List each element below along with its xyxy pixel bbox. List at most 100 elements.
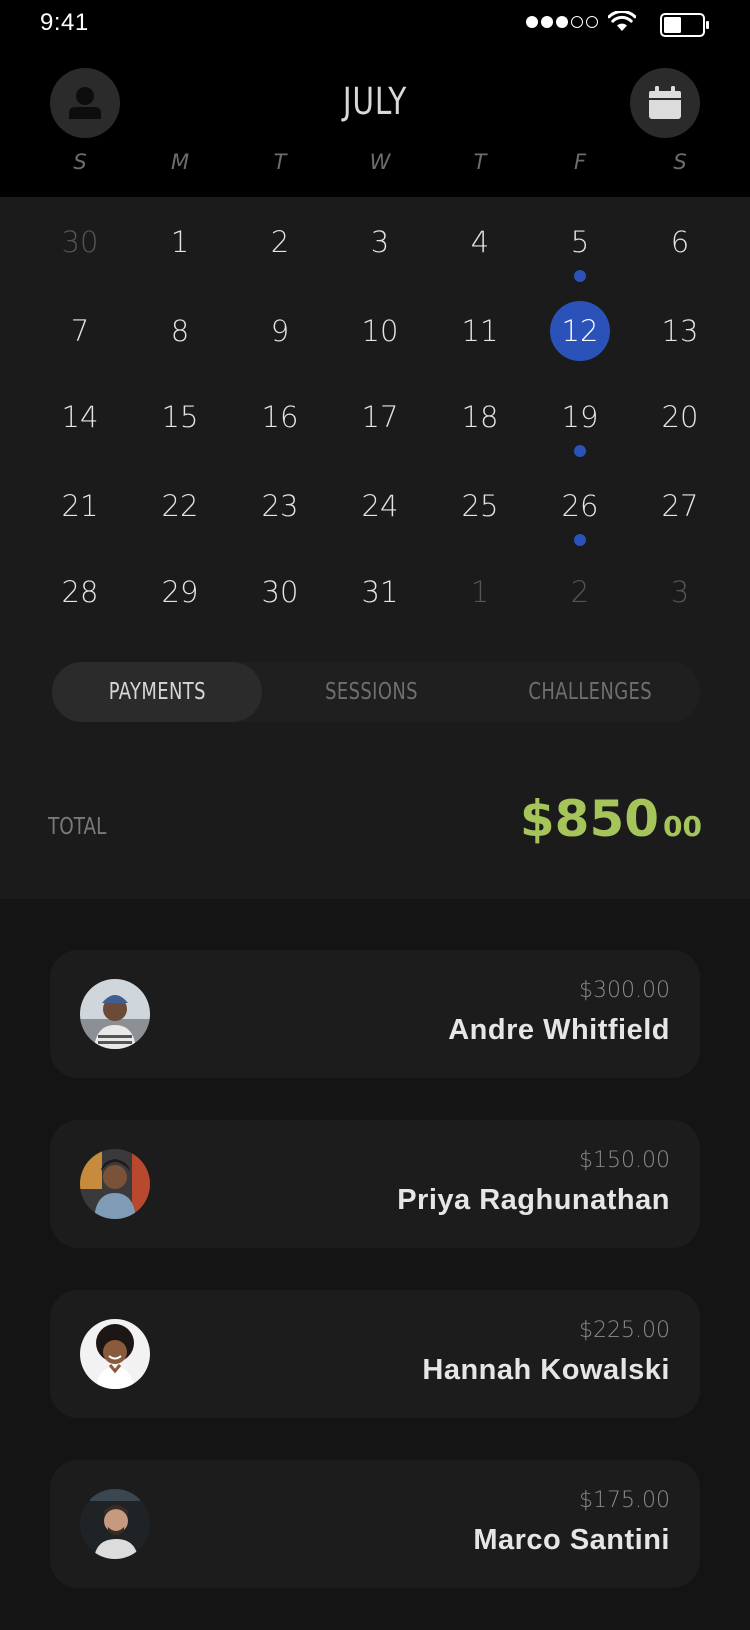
calendar-day[interactable]: 24 [330,476,430,536]
payment-name: Marco Santini [473,1524,670,1556]
calendar-day[interactable]: 7 [30,301,130,361]
calendar-day[interactable]: 30 [30,212,130,272]
calendar-day[interactable]: 28 [30,562,130,622]
calendar-day[interactable]: 19 [530,387,630,457]
weekday-label: F [573,150,587,174]
day-number: 5 [570,225,590,259]
calendar-day[interactable]: 11 [430,301,530,361]
weekday-label: S [673,150,687,174]
calendar-day[interactable]: 26 [530,476,630,546]
payment-name: Priya Raghunathan [397,1184,670,1216]
calendar-day[interactable]: 14 [30,387,130,447]
battery-icon [660,13,709,37]
calendar-day[interactable]: 10 [330,301,430,361]
calendar-day[interactable]: 5 [530,212,630,282]
day-number: 19 [561,400,599,434]
day-number: 25 [461,489,499,523]
calendar-day[interactable]: 3 [630,562,730,622]
calendar-day[interactable]: 30 [230,562,330,622]
calendar-icon [649,86,681,119]
calendar-day[interactable]: 6 [630,212,730,272]
day-number: 28 [61,575,99,609]
payment-card[interactable]: $300.00 Andre Whitfield [50,950,700,1078]
day-number: 29 [161,575,199,609]
total-amount: $850 00 [520,790,702,848]
day-number: 9 [270,314,290,348]
day-number: 10 [361,314,399,348]
payment-amount: $175.00 [579,1488,670,1513]
tab-payments[interactable]: PAYMENTS [52,662,262,722]
calendar-day[interactable]: 15 [130,387,230,447]
calendar-week: 28 29 30 31 1 2 3 [30,562,730,622]
header: 9:41 JULY S M T W T F S [0,0,750,197]
calendar-day[interactable]: 22 [130,476,230,536]
payment-name: Andre Whitfield [448,1014,670,1046]
day-number: 26 [561,489,599,523]
signal-strength-icon [526,16,598,28]
day-number: 8 [170,314,190,348]
day-number: 13 [661,314,699,348]
event-dot-indicator [574,445,586,457]
payment-amount: $150.00 [579,1148,670,1173]
payment-card[interactable]: $225.00 Hannah Kowalski [50,1290,700,1418]
calendar-day[interactable]: 29 [130,562,230,622]
calendar-button[interactable] [630,68,700,138]
calendar-day[interactable]: 1 [430,562,530,622]
payment-name: Hannah Kowalski [422,1354,670,1386]
total-amount-main: $850 [519,790,660,848]
day-number: 30 [261,575,299,609]
total-amount-cents: 00 [663,810,702,843]
day-number: 24 [361,489,399,523]
month-title: JULY [342,80,408,123]
calendar-day[interactable]: 16 [230,387,330,447]
avatar [80,979,150,1049]
day-number: 2 [570,575,590,609]
calendar-day[interactable]: 1 [130,212,230,272]
day-number: 3 [670,575,690,609]
calendar-day[interactable]: 25 [430,476,530,536]
day-number: 1 [470,575,490,609]
day-number: 23 [261,489,299,523]
calendar-day[interactable]: 2 [230,212,330,272]
payment-card[interactable]: $150.00 Priya Raghunathan [50,1120,700,1248]
calendar-day[interactable]: 9 [230,301,330,361]
calendar-day[interactable]: 21 [30,476,130,536]
weekday-header: S M T W T F S [30,150,730,174]
calendar-day[interactable]: 31 [330,562,430,622]
calendar-day[interactable]: 13 [630,301,730,361]
day-number: 18 [461,400,499,434]
calendar-day[interactable]: 20 [630,387,730,447]
calendar-week: 14 15 16 17 18 19 20 [30,387,730,457]
day-number: 17 [361,400,399,434]
avatar [80,1319,150,1389]
payment-card[interactable]: $175.00 Marco Santini [50,1460,700,1588]
day-number: 30 [61,225,99,259]
wifi-icon [608,11,636,31]
tab-sessions[interactable]: SESSIONS [262,662,481,722]
weekday-label: T [273,150,287,174]
calendar-day[interactable]: 23 [230,476,330,536]
payment-amount: $225.00 [579,1318,670,1343]
day-number: 31 [361,575,399,609]
event-dot-indicator [574,270,586,282]
calendar-day[interactable]: 8 [130,301,230,361]
weekday-label: T [473,150,487,174]
payment-amount: $300.00 [579,978,670,1003]
day-number: 4 [470,225,490,259]
calendar-day[interactable]: 17 [330,387,430,447]
day-number: 7 [70,314,90,348]
day-number: 6 [670,225,690,259]
calendar-day[interactable]: 3 [330,212,430,272]
calendar-day[interactable]: 27 [630,476,730,536]
day-number: 21 [61,489,99,523]
calendar-day-selected[interactable]: 12 [530,301,630,361]
status-time: 9:41 [40,9,89,36]
tab-challenges[interactable]: CHALLENGES [481,662,700,722]
day-number: 16 [261,400,299,434]
calendar-day[interactable]: 18 [430,387,530,447]
day-number: 12 [550,301,610,361]
calendar-day[interactable]: 2 [530,562,630,622]
weekday-label: W [369,150,391,174]
day-number: 20 [661,400,699,434]
calendar-day[interactable]: 4 [430,212,530,272]
